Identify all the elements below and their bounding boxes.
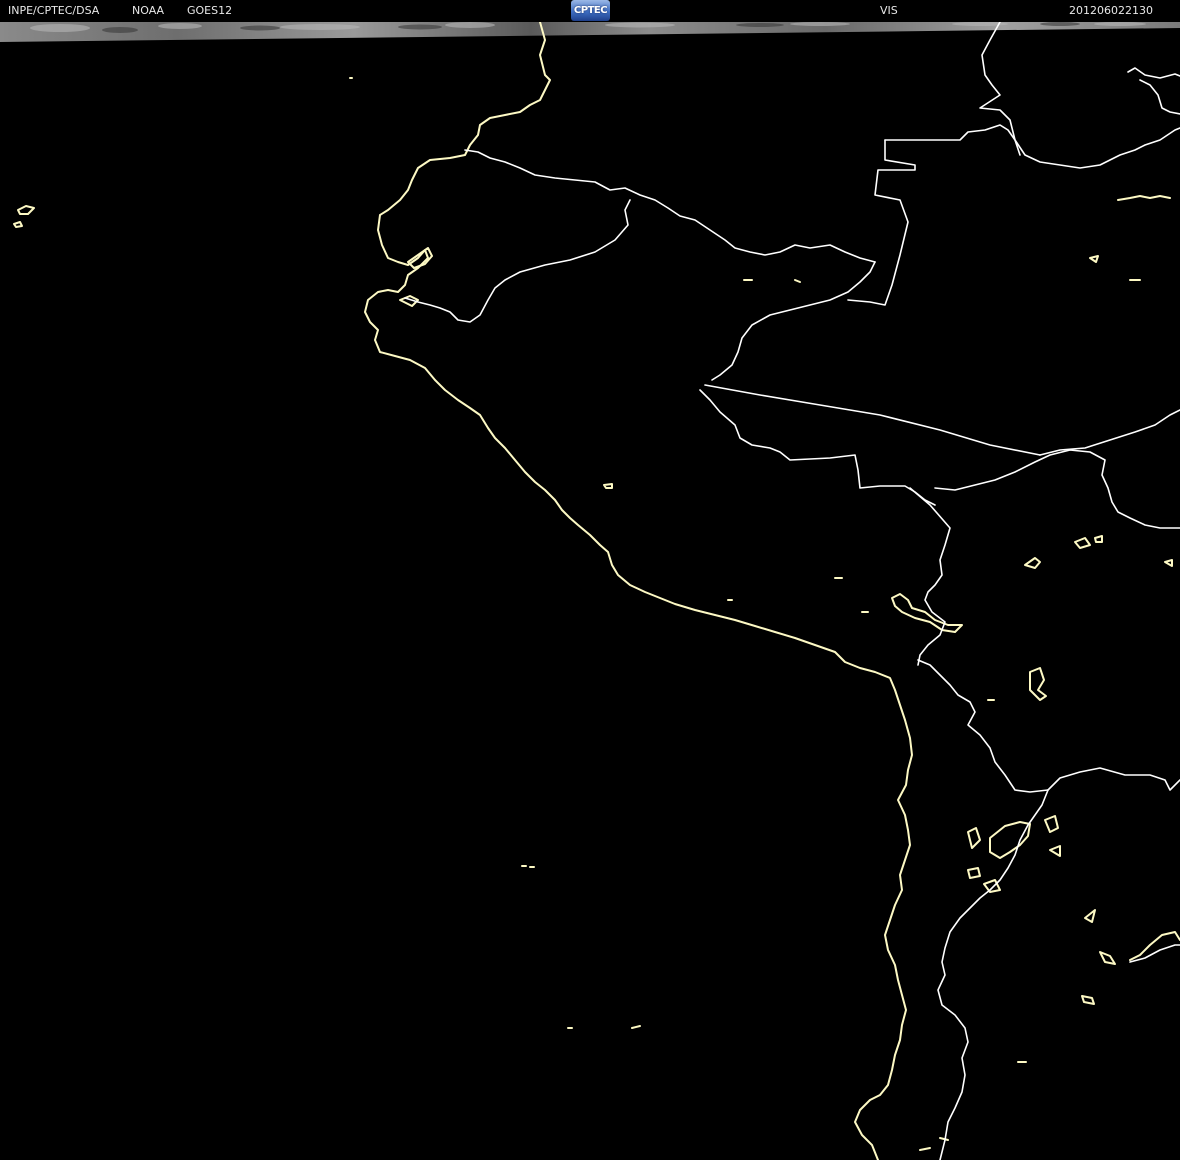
border-bolivia-paraguay [1047, 767, 1180, 791]
salar-i [1081, 995, 1095, 1005]
border-chile-argentina [937, 789, 1049, 1160]
border-peru-bolivia [909, 487, 951, 666]
border-colombia-peru [711, 261, 876, 381]
island-a [17, 205, 35, 215]
salar-d [1049, 845, 1061, 857]
border-guyana [1127, 67, 1180, 79]
bolivia-lake-b [1074, 537, 1091, 549]
border-argentina-east [1129, 944, 1180, 963]
border-venezuela [884, 124, 1021, 156]
border-venezuela-north [979, 21, 1180, 169]
island-b [13, 221, 23, 228]
amazon-lake-a [1089, 255, 1099, 263]
salar-c [1044, 815, 1059, 833]
salar-b [989, 821, 1031, 859]
amazon-lake-c [1117, 195, 1171, 201]
coastline-group [13, 21, 1180, 1160]
lake-titicaca [891, 593, 963, 633]
timestamp-label: 201206022130 [1069, 4, 1153, 17]
salar-e [967, 867, 981, 879]
salar-a [967, 827, 981, 849]
lake-poopo [1029, 667, 1047, 701]
river-dot-b [794, 279, 801, 283]
satellite-image: INPE/CPTEC/DSA NOAA GOES12 VIS 201206022… [0, 0, 1180, 1160]
satellite-label: GOES12 [187, 4, 233, 17]
border-bolivia-brazil [934, 449, 1180, 529]
salar-h [1099, 951, 1116, 965]
map-lines [13, 21, 1180, 1160]
source-label: INPE/CPTEC/DSA [8, 4, 100, 17]
border-peru-brazil-south [699, 389, 936, 506]
border-colombia-brazil [847, 139, 916, 306]
border-group [404, 21, 1180, 1160]
bolivia-lake-c [1094, 535, 1103, 543]
border-chile-bolivia [917, 659, 1049, 793]
border-guyana-b [1139, 79, 1180, 115]
band-label: VIS [880, 4, 898, 17]
bolivia-lake-a [1024, 557, 1041, 569]
river-dot-i [919, 1147, 931, 1151]
pacific-coastline [364, 21, 913, 1160]
bolivia-lake-d [1164, 559, 1173, 567]
border-colombia-ecuador [464, 149, 876, 263]
island-g [631, 1025, 641, 1029]
island-c [603, 483, 613, 489]
salar-g [1084, 909, 1096, 923]
cptec-logo-icon: CPTEC [571, 0, 610, 21]
border-ecuador-peru [404, 199, 631, 323]
river-dot-h [939, 1137, 949, 1141]
border-brazil-east [1039, 409, 1180, 456]
logo-text: CPTEC [573, 5, 608, 16]
agency-label: NOAA [132, 4, 165, 17]
border-peru-brazil [704, 384, 1041, 456]
